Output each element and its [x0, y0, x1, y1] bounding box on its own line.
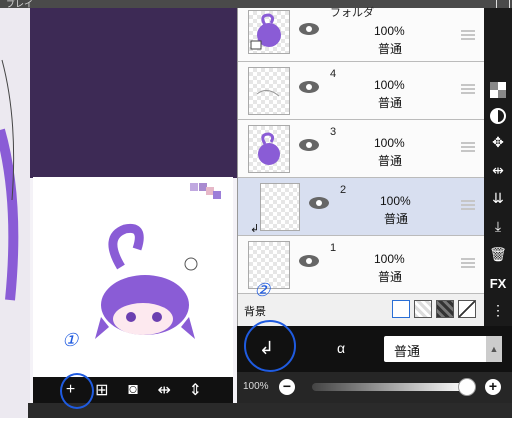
annotation-circle-add-layer — [60, 373, 94, 409]
background-light-swatch[interactable] — [414, 300, 432, 318]
drag-handle-icon[interactable] — [461, 82, 475, 96]
layer-thumbnail — [260, 183, 300, 231]
opacity-decrease-button[interactable]: − — [279, 379, 295, 395]
layer-folder[interactable]: フォルダ 100% 普通 — [238, 7, 485, 62]
transparency-icon[interactable] — [484, 82, 512, 101]
layer-tools-column: ✥ ⇹ ⇊ ⤓ 🗑 FX ⋮ — [484, 8, 512, 326]
opacity-value: 100% — [243, 381, 269, 392]
trash-icon[interactable]: 🗑 — [484, 246, 512, 263]
blend-mode-value: 普通 — [394, 344, 421, 359]
layer-row[interactable]: 1 100% 普通 — [238, 236, 485, 294]
merge-down-icon[interactable]: ⇊ — [484, 190, 512, 207]
camera-icon[interactable]: ◙ — [123, 381, 143, 399]
layer-number: 4 — [330, 68, 337, 80]
bottom-strip — [28, 403, 512, 418]
fx-icon[interactable]: FX — [484, 276, 512, 291]
opacity-slider-knob[interactable] — [458, 378, 476, 396]
clipping-indicator: ↲ — [250, 223, 260, 235]
opacity-row: 100% − + — [237, 372, 512, 403]
layer-number: 3 — [330, 126, 337, 138]
annotation-label-one: ① — [62, 330, 79, 350]
flip-layer-icon[interactable]: ⇹ — [484, 162, 512, 179]
layer-blend-mode: 普通 — [378, 96, 403, 110]
drag-handle-icon[interactable] — [461, 28, 475, 42]
flip-horizontal-icon[interactable]: ⇹ — [154, 380, 174, 400]
drag-handle-icon[interactable] — [461, 140, 475, 154]
annotation-circle-clipping — [244, 320, 296, 372]
layer-opacity: 100% — [374, 78, 405, 92]
layers-panel: フォルダ 100% 普通 4 100% 普通 3 100% 普通 ↲ 2 100… — [237, 7, 485, 326]
layer-row[interactable]: 4 100% 普通 — [238, 62, 485, 120]
eye-icon[interactable] — [298, 138, 320, 157]
more-icon[interactable]: ⋮ — [484, 302, 512, 319]
layer-opacity: 100% — [374, 24, 405, 38]
layer-opacity: 100% — [374, 252, 405, 266]
drag-handle-icon[interactable] — [461, 256, 475, 270]
layer-blend-mode: 普通 — [378, 154, 403, 168]
layer-thumbnail — [248, 125, 290, 173]
layer-number: 1 — [330, 242, 337, 254]
eye-icon[interactable] — [298, 254, 320, 273]
drag-handle-icon[interactable] — [461, 198, 475, 212]
move-icon[interactable]: ✥ — [484, 134, 512, 151]
layer-number: 2 — [340, 184, 347, 196]
background-dark-swatch[interactable] — [436, 300, 454, 318]
layer-row[interactable]: 3 100% 普通 — [238, 120, 485, 178]
background-label: 背景 — [244, 306, 266, 318]
layer-thumbnail — [248, 10, 290, 54]
blend-mode-select[interactable]: 普通 ▲ — [384, 336, 502, 362]
opacity-slider[interactable] — [312, 383, 467, 391]
eye-icon[interactable] — [308, 196, 330, 215]
layer-opacity: 100% — [380, 194, 411, 208]
chevron-up-icon[interactable]: ▲ — [486, 336, 502, 362]
flip-vertical-icon[interactable]: ⇕ — [185, 380, 205, 400]
layer-blend-mode: 普通 — [378, 270, 403, 284]
contrast-icon[interactable] — [484, 108, 512, 127]
title-strip: ブレイ — [0, 0, 512, 9]
add-image-icon[interactable]: ⊞ — [92, 380, 112, 400]
layer-blend-mode: 普通 — [378, 42, 403, 56]
layer-blend-mode: 普通 — [384, 212, 409, 226]
download-icon[interactable]: ⤓ — [484, 218, 512, 235]
lock-alpha-icon[interactable]: α — [337, 340, 345, 356]
layer-row-selected[interactable]: ↲ 2 100% 普通 — [238, 178, 485, 236]
background-white-swatch[interactable] — [392, 300, 410, 318]
layer-opacity: 100% — [374, 136, 405, 150]
annotation-label-two: ② — [254, 280, 271, 300]
eye-icon[interactable] — [298, 80, 320, 99]
opacity-increase-button[interactable]: + — [485, 379, 501, 395]
layer-thumbnail — [248, 67, 290, 115]
layer-name: フォルダ — [330, 7, 374, 19]
canvas-left-area — [0, 0, 30, 418]
eye-icon[interactable] — [298, 22, 320, 41]
canvas-artwork-region — [28, 0, 238, 178]
window-title: ブレイ — [6, 0, 34, 9]
background-transparent-swatch[interactable] — [458, 300, 476, 318]
